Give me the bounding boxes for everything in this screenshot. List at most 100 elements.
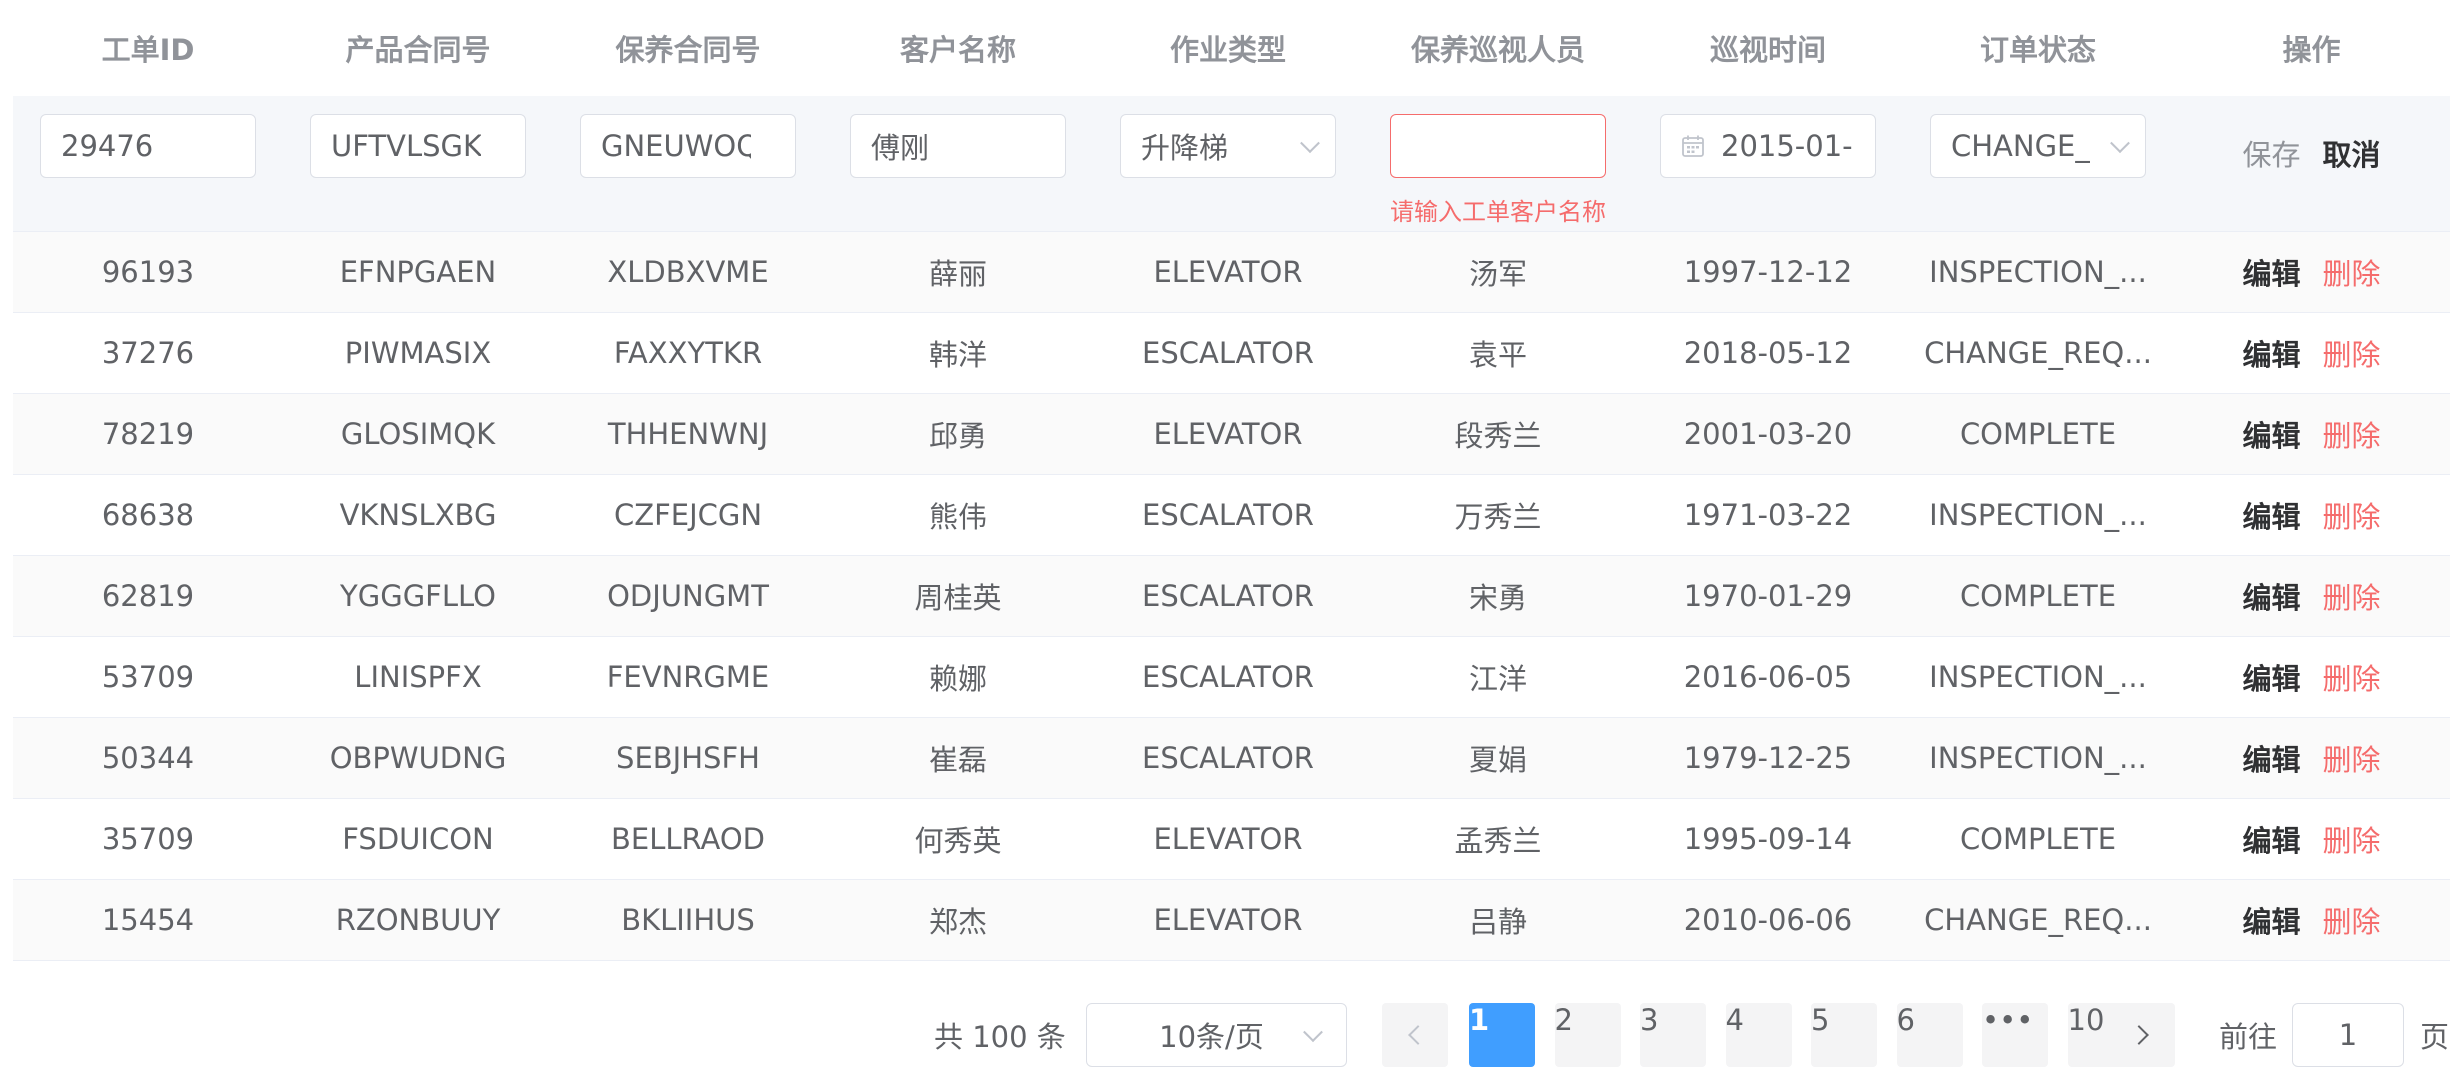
edit-button[interactable]: 编辑 [2242, 575, 2300, 617]
delete-button[interactable]: 删除 [2323, 413, 2381, 455]
page-button[interactable]: 6 [1896, 1003, 1963, 1067]
cell-work-type: ESCALATOR [1142, 741, 1314, 775]
cell-id: 35709 [101, 822, 195, 856]
delete-button[interactable]: 删除 [2323, 251, 2381, 293]
table-row: 68638 VKNSLXBG CZFEJCGN 熊伟 ESCALATOR 万秀兰 1971-… [13, 475, 2450, 556]
cell-product-contract: PIWMASIX [344, 336, 492, 370]
page-button[interactable]: 1 [1469, 1003, 1535, 1067]
edit-button[interactable]: 编辑 [2242, 737, 2300, 779]
cell-inspector: 江洋 [1468, 662, 1527, 696]
cell-status: INSPECTION_... [1929, 498, 2147, 532]
cell-status: COMPLETE [1959, 822, 2117, 856]
inspector-error-message: 请输入工单客户名称 [1390, 198, 1606, 226]
cell-id: 53709 [101, 660, 195, 694]
edit-row: 29476 UFTVLSGK GNEUWOQD 傅刚 升降梯 请输入工单客户名称 [13, 96, 2450, 232]
goto-suffix: 页 [2420, 1020, 2450, 1054]
cell-maintenance-contract: ODJUNGMT [607, 579, 769, 613]
cell-time: 1979-12-25 [1683, 741, 1853, 775]
cell-customer: 韩洋 [928, 338, 987, 372]
prev-page-button[interactable] [1382, 1003, 1448, 1067]
page-size-select[interactable]: 10条/页 [1086, 1003, 1347, 1067]
delete-button[interactable]: 删除 [2323, 332, 2381, 374]
cell-customer: 邱勇 [928, 419, 987, 453]
page-button[interactable]: 3 [1640, 1003, 1706, 1067]
status-select[interactable]: CHANGE_ [1930, 114, 2146, 178]
col-header-actions: 操作 [2282, 33, 2341, 67]
cell-customer: 郑杰 [928, 905, 987, 939]
edit-button[interactable]: 编辑 [2242, 899, 2300, 941]
cell-time: 2001-03-20 [1683, 417, 1853, 451]
chevron-left-icon [1408, 1025, 1428, 1045]
table-body: 96193 EFNPGAEN XLDBXVME 薛丽 ELEVATOR 汤军 1997-12… [13, 232, 2450, 961]
cell-customer: 薛丽 [928, 257, 987, 291]
cell-maintenance-contract: BKLIIHUS [621, 903, 755, 937]
cell-work-type: ESCALATOR [1142, 336, 1314, 370]
cell-status: CHANGE_REQ... [1924, 336, 2152, 370]
cell-status: INSPECTION_... [1929, 660, 2147, 694]
cell-time: 1997-12-12 [1683, 255, 1853, 289]
cell-status: COMPLETE [1959, 417, 2117, 451]
cell-time: 2018-05-12 [1683, 336, 1853, 370]
chevron-down-icon [1303, 1022, 1323, 1043]
col-header-work-type: 作业类型 [1169, 33, 1286, 67]
pagination: 共 100 条 10条/页 1 2 3 4 5 6 ••• 10 前往 1 页 [0, 1003, 2452, 1067]
page-button[interactable]: 5 [1811, 1003, 1877, 1067]
col-header-customer: 客户名称 [899, 33, 1016, 67]
cell-id: 68638 [101, 498, 195, 532]
cell-work-type: ESCALATOR [1142, 660, 1314, 694]
cell-maintenance-contract: FEVNRGME [606, 660, 770, 694]
cell-work-type: ELEVATOR [1153, 417, 1303, 451]
edit-button[interactable]: 编辑 [2242, 494, 2300, 536]
edit-button[interactable]: 编辑 [2242, 656, 2300, 698]
more-pages-button[interactable]: ••• [1982, 1003, 2048, 1067]
cell-product-contract: RZONBUUY [335, 903, 501, 937]
cell-product-contract: GLOSIMQK [340, 417, 496, 451]
cell-inspector: 吕静 [1468, 905, 1527, 939]
cell-product-contract: EFNPGAEN [339, 255, 497, 289]
product-contract-input[interactable]: UFTVLSGK [310, 114, 526, 178]
cell-customer: 崔磊 [928, 743, 987, 777]
delete-button[interactable]: 删除 [2323, 899, 2381, 941]
delete-button[interactable]: 删除 [2323, 818, 2381, 860]
delete-button[interactable]: 删除 [2323, 737, 2381, 779]
cell-time: 2016-06-05 [1683, 660, 1853, 694]
cancel-button[interactable]: 取消 [2323, 132, 2381, 174]
col-header-id: 工单ID [101, 33, 195, 67]
delete-button[interactable]: 删除 [2323, 494, 2381, 536]
page-button[interactable]: 4 [1725, 1003, 1792, 1067]
cell-inspector: 夏娟 [1468, 743, 1527, 777]
cell-maintenance-contract: CZFEJCGN [613, 498, 763, 532]
table-row: 15454 RZONBUUY BKLIIHUS 郑杰 ELEVATOR 吕静 2010-06… [13, 880, 2450, 961]
work-order-table: 工单ID 产品合同号 保养合同号 客户名称 作业类型 保养巡视人员 巡视时间 订… [13, 0, 2450, 961]
table-row: 62819 YGGGFLLO ODJUNGMT 周桂英 ESCALATOR 宋勇 1970-… [13, 556, 2450, 637]
cell-status: INSPECTION_... [1929, 741, 2147, 775]
date-picker[interactable]: 2015-01-1 [1660, 114, 1876, 178]
customer-input[interactable]: 傅刚 [850, 114, 1066, 178]
work-type-select[interactable]: 升降梯 [1120, 114, 1336, 178]
delete-button[interactable]: 删除 [2323, 656, 2381, 698]
edit-button[interactable]: 编辑 [2242, 332, 2300, 374]
edit-button[interactable]: 编辑 [2242, 818, 2300, 860]
edit-button[interactable]: 编辑 [2242, 251, 2300, 293]
cell-work-type: ESCALATOR [1142, 579, 1314, 613]
page-button[interactable]: 2 [1554, 1003, 1621, 1067]
next-page-button[interactable] [2109, 1003, 2175, 1067]
goto-page-input[interactable]: 1 [2292, 1003, 2404, 1067]
cell-status: COMPLETE [1959, 579, 2117, 613]
cell-id: 96193 [101, 255, 195, 289]
table-row: 78219 GLOSIMQK THHENWNJ 邱勇 ELEVATOR 段秀兰 2001-0… [13, 394, 2450, 475]
delete-button[interactable]: 删除 [2323, 575, 2381, 617]
cell-id: 50344 [101, 741, 195, 775]
cell-work-type: ELEVATOR [1153, 822, 1303, 856]
table-row: 37276 PIWMASIX FAXXYTKR 韩洋 ESCALATOR 袁平 2018-0… [13, 313, 2450, 394]
maintenance-contract-input[interactable]: GNEUWOQD [580, 114, 796, 178]
cell-id: 62819 [101, 579, 195, 613]
cell-maintenance-contract: BELLRAOD [611, 822, 765, 856]
cell-time: 2010-06-06 [1683, 903, 1853, 937]
edit-button[interactable]: 编辑 [2242, 413, 2300, 455]
cell-inspector: 段秀兰 [1454, 419, 1542, 453]
inspector-input[interactable] [1390, 114, 1606, 178]
id-input[interactable]: 29476 [40, 114, 256, 178]
save-button[interactable]: 保存 [2242, 132, 2300, 174]
cell-inspector: 宋勇 [1468, 581, 1527, 615]
